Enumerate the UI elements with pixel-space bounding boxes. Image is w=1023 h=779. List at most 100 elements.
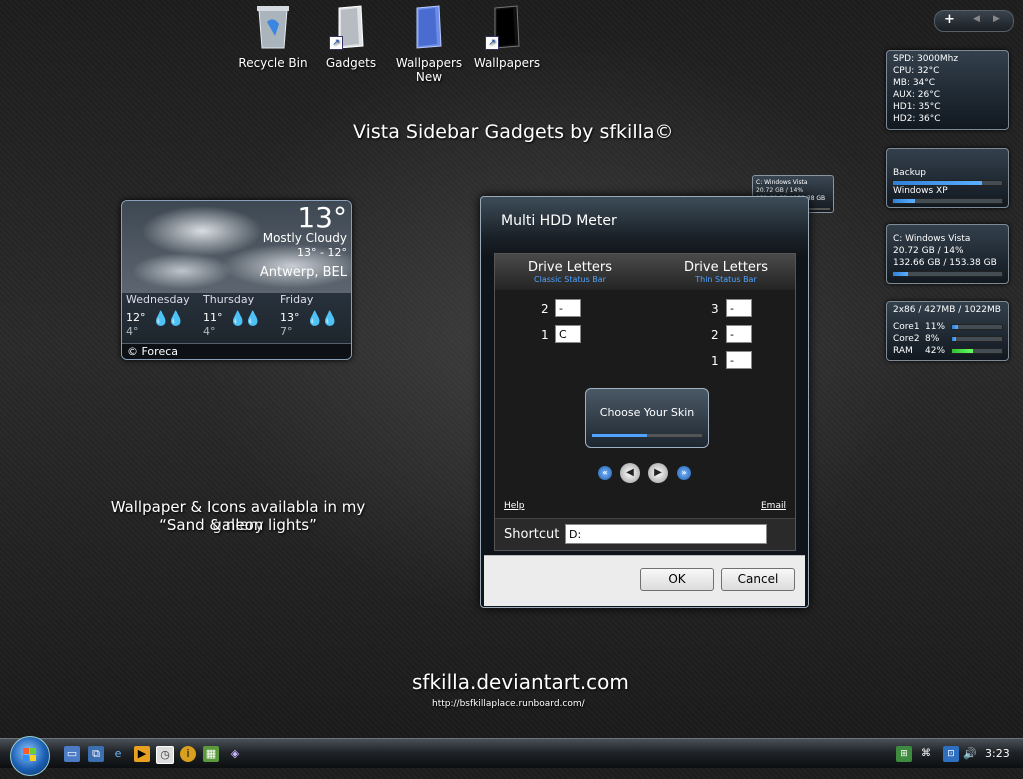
windows-logo-icon [23, 748, 36, 761]
drive-backup-gadget[interactable]: Backup Windows XP [886, 148, 1009, 208]
drive-slot-number: 1 [541, 328, 549, 342]
forecast-day-name: Friday [280, 293, 314, 306]
email-link[interactable]: Email [761, 501, 786, 511]
drive-letter-input[interactable]: - [726, 299, 752, 317]
switch-windows-icon[interactable]: ⧉ [88, 746, 104, 762]
drive-info: 132.66 GB / 153.38 GB [893, 258, 997, 268]
skin-preview-bar [592, 434, 702, 437]
drive-usage-bar [892, 198, 1003, 204]
site-name: sfkilla.deviantart.com [412, 670, 629, 694]
desktop-icon-wallpapers-new[interactable]: Wallpapers New [394, 2, 464, 84]
forecast-low: 4° [203, 325, 216, 338]
column-heading: Drive Letters [683, 260, 769, 275]
sensor-reading: AUX: 26°C [893, 90, 941, 100]
drive-letter-input[interactable]: C [555, 325, 581, 343]
drive-letter-input[interactable]: - [726, 351, 752, 369]
weather-city: Antwerp, BEL [259, 265, 347, 280]
weather-gadget[interactable]: 13° Mostly Cloudy 13° - 12° Antwerp, BEL… [121, 200, 352, 360]
desktop-icon-label: Wallpapers New [395, 56, 463, 84]
sensor-reading: MB: 34°C [893, 78, 936, 88]
forecast-day: Wednesday 12° 4° 💧💧 [122, 293, 194, 343]
drive-vista-gadget[interactable]: C: Windows Vista 20.72 GB / 14% 132.66 G… [886, 224, 1009, 284]
drive-letter-input[interactable]: - [726, 325, 752, 343]
diamond-app-icon[interactable]: ◈ [227, 746, 243, 762]
internet-explorer-icon[interactable]: e [110, 746, 126, 762]
shortcut-input[interactable]: D: [565, 524, 767, 544]
cpu-meter-gadget[interactable]: 2x86 / 427MB / 1022MB Core1 11% Core2 8%… [886, 301, 1009, 361]
drive-label: Backup [893, 168, 926, 178]
weather-provider[interactable]: © Foreca [122, 343, 351, 359]
meter-percent: 42% [925, 346, 946, 356]
column-subheading: Thin Status Bar [695, 275, 757, 284]
settings-panel: Drive Letters Classic Status Bar Drive L… [494, 253, 796, 551]
media-player-icon[interactable]: ▶ [134, 746, 150, 762]
site-url: http://bsfkillaplace.runboard.com/ [432, 699, 585, 709]
desktop-icon-recycle-bin[interactable]: Recycle Bin [238, 2, 308, 70]
volume-icon[interactable]: 🔊 [962, 746, 978, 762]
show-desktop-icon[interactable]: ▭ [64, 746, 80, 762]
previous-skin-icon[interactable]: ◀ [620, 463, 640, 483]
mini-hdd-line: C: Windows Vista [756, 179, 808, 186]
active-app-icon[interactable]: ◷ [156, 746, 174, 764]
column-subheading: Classic Status Bar [534, 275, 606, 284]
drive-info: C: Windows Vista [893, 234, 971, 244]
core2-usage-bar [951, 336, 1003, 342]
system-summary: 2x86 / 427MB / 1022MB [893, 305, 1001, 315]
forecast-day-name: Thursday [203, 293, 255, 306]
forecast-low: 7° [280, 325, 293, 338]
recycle-bin-icon [249, 2, 297, 52]
core1-usage-bar [951, 324, 1003, 330]
forecast-day: Friday 13° 7° 💧💧 [276, 293, 348, 343]
meter-name: Core1 [893, 322, 920, 332]
meter-percent: 8% [925, 334, 940, 344]
forecast-day-name: Wednesday [126, 293, 190, 306]
rain-icon: 💧💧 [229, 311, 262, 327]
dialog-title: Multi HDD Meter [501, 213, 617, 229]
desktop-icon-wallpapers[interactable]: ↗ Wallpapers [472, 2, 542, 70]
left-column-header: Drive Letters Classic Status Bar [500, 260, 640, 284]
last-skin-icon[interactable]: » [677, 466, 691, 480]
desktop-icon-label: Wallpapers [473, 56, 541, 70]
forecast-high: 13° [280, 311, 300, 324]
folder-shortcut-icon: ↗ [327, 2, 375, 52]
drive-letter-input[interactable]: - [555, 299, 581, 317]
sidebar-controls: + ◀ ▶ [934, 10, 1014, 32]
sensor-reading: HD2: 36°C [893, 114, 941, 124]
info-icon[interactable]: i [180, 746, 196, 762]
mini-hdd-line: 20.72 GB / 14% [756, 187, 804, 194]
rain-icon: 💧💧 [152, 311, 185, 327]
connection-tray-icon[interactable]: ⊡ [943, 746, 959, 762]
multi-hdd-settings-dialog: Multi HDD Meter Drive Letters Classic St… [480, 196, 809, 608]
folder-shortcut-icon: ↗ [483, 2, 531, 52]
start-button[interactable] [10, 736, 50, 776]
help-link[interactable]: Help [504, 501, 525, 511]
forecast-high: 12° [126, 311, 146, 324]
dialog-button-bar: OK Cancel [484, 555, 805, 606]
skin-button-label: Choose Your Skin [599, 406, 695, 419]
next-page-icon[interactable]: ▶ [993, 14, 1000, 24]
system-clock[interactable]: 3:23 [985, 747, 1010, 760]
weather-temperature: 13° [297, 201, 347, 234]
column-heading: Drive Letters [527, 260, 613, 275]
taskbar: ▭ ⧉ e ▶ ◷ i ▦ ◈ ⊞ ⌘ ⊡ 🔊 3:23 [0, 736, 1023, 776]
forecast-low: 4° [126, 325, 139, 338]
weather-condition: Mostly Cloudy [262, 231, 347, 245]
ok-button[interactable]: OK [640, 568, 714, 591]
previous-page-icon[interactable]: ◀ [973, 14, 980, 24]
drive-info: 20.72 GB / 14% [893, 246, 964, 256]
network-tray-icon[interactable]: ⊞ [896, 746, 912, 762]
next-skin-icon[interactable]: ▶ [648, 463, 668, 483]
drive-label: Windows XP [893, 186, 948, 196]
cancel-button[interactable]: Cancel [721, 568, 795, 591]
input-method-icon[interactable]: ⌘ [918, 746, 934, 762]
add-gadget-icon[interactable]: + [944, 12, 955, 27]
first-skin-icon[interactable]: « [598, 466, 612, 480]
shortcut-row: Shortcut D: [495, 518, 795, 550]
drive-slot-number: 2 [541, 302, 549, 316]
app-icon[interactable]: ▦ [203, 746, 219, 762]
wallpaper-heading: Vista Sidebar Gadgets by sfkilla© [353, 121, 674, 143]
temperature-gadget[interactable]: SPD: 3000Mhz CPU: 32°C MB: 34°C AUX: 26°… [886, 50, 1009, 130]
desktop-icon-gadgets[interactable]: ↗ Gadgets [316, 2, 386, 70]
choose-skin-button[interactable]: Choose Your Skin [585, 388, 709, 448]
sensor-reading: CPU: 32°C [893, 66, 940, 76]
